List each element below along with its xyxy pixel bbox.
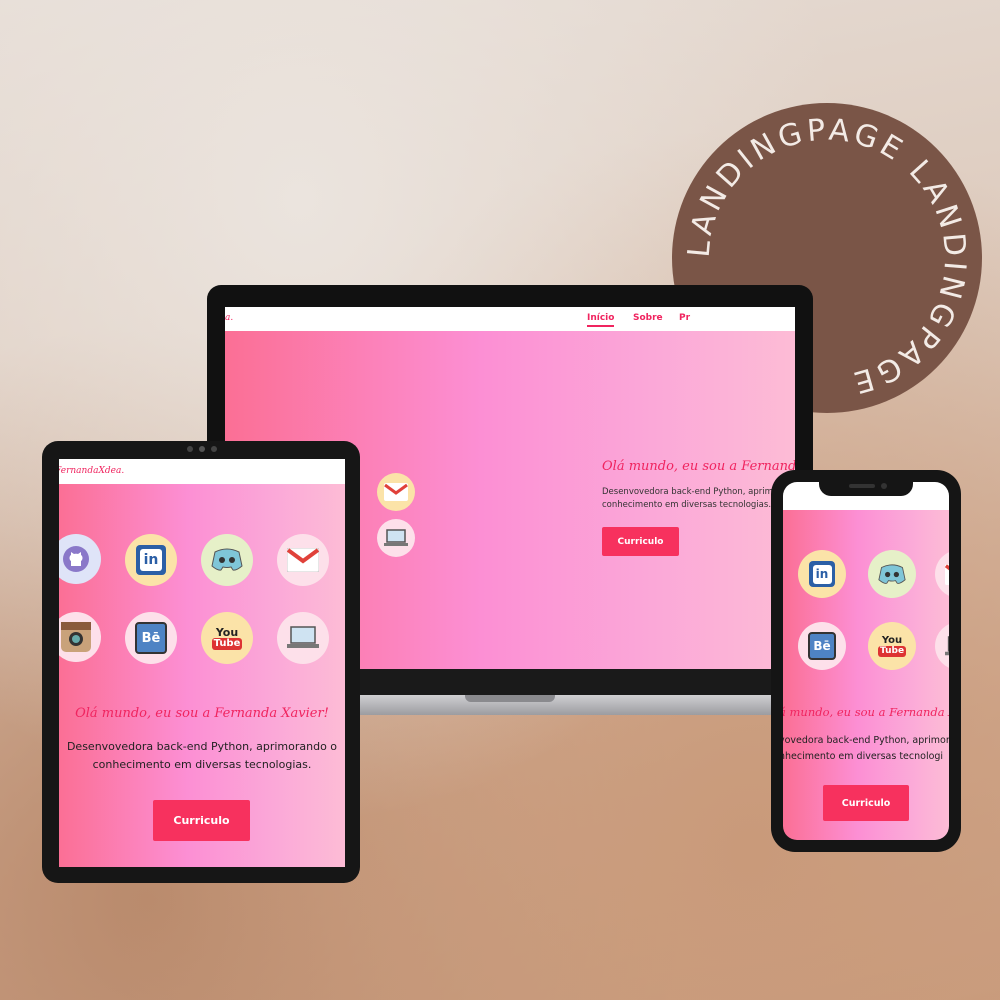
instagram-icon[interactable] <box>59 612 101 662</box>
phone-curriculo-button[interactable]: Curriculo <box>823 785 909 821</box>
phone-desc-line1: vovedora back-end Python, aprimor <box>783 735 949 746</box>
laptop-desc-line1: Desenvovedora back-end Python, aprim <box>602 487 773 497</box>
linkedin-icon[interactable]: in <box>125 534 177 586</box>
laptop-notch <box>465 695 555 702</box>
tablet-camera <box>177 446 227 454</box>
laptop-navbar: a. Início Sobre Pr <box>225 307 795 331</box>
phone-desc-line2: nhecimento em diversas tecnologi <box>783 751 944 762</box>
laptop-icon[interactable] <box>377 519 415 557</box>
laptop-icon[interactable] <box>277 612 329 664</box>
gmail-icon[interactable] <box>377 473 415 511</box>
laptop-logo[interactable]: a. <box>225 313 233 323</box>
behance-icon[interactable]: Bē <box>125 612 177 664</box>
discord-icon[interactable] <box>868 550 916 598</box>
nav-sobre[interactable]: Sobre <box>633 313 663 323</box>
nav-projetos[interactable]: Pr <box>679 313 690 323</box>
behance-icon[interactable]: Bē <box>798 622 846 670</box>
tablet-desc-line1: Desenvovedora back-end Python, aprimoran… <box>66 740 338 753</box>
phone-hero: in Bē You Tube á mundo, eu sou a Fernand… <box>783 510 949 840</box>
laptop-headline: Olá mundo, eu sou a Fernanda X <box>602 459 795 474</box>
linkedin-icon[interactable]: in <box>798 550 846 598</box>
nav-inicio[interactable]: Início <box>587 313 615 327</box>
tablet-hero: in Bē You Tube Olá mundo, eu sou a Ferna… <box>59 484 345 867</box>
laptop-desc-line2: conhecimento em diversas tecnologias. <box>602 500 772 510</box>
tablet-desc-line2: conhecimento em diversas tecnologias. <box>92 758 312 771</box>
github-icon[interactable] <box>59 534 101 584</box>
tablet-mockup: FernandaXdea. in Bē You Tube Olá mundo, … <box>42 441 360 883</box>
gmail-icon[interactable] <box>277 534 329 586</box>
tablet-headline: Olá mundo, eu sou a Fernanda Xavier! <box>75 706 329 721</box>
tablet-screen: FernandaXdea. in Bē You Tube Olá mundo, … <box>59 459 345 867</box>
laptop-icon[interactable] <box>935 622 949 670</box>
discord-icon[interactable] <box>201 534 253 586</box>
tablet-navbar: FernandaXdea. <box>59 459 345 484</box>
youtube-icon[interactable]: You Tube <box>868 622 916 670</box>
phone-mockup: in Bē You Tube á mundo, eu sou a Fernand… <box>771 470 961 852</box>
phone-screen: in Bē You Tube á mundo, eu sou a Fernand… <box>783 482 949 840</box>
laptop-curriculo-button[interactable]: Curriculo <box>602 527 679 556</box>
phone-notch <box>819 478 913 496</box>
tablet-logo[interactable]: FernandaXdea. <box>59 466 124 476</box>
tablet-curriculo-button[interactable]: Curriculo <box>153 800 250 841</box>
youtube-icon[interactable]: You Tube <box>201 612 253 664</box>
phone-headline: á mundo, eu sou a Fernanda Xav <box>783 705 949 719</box>
gmail-icon[interactable] <box>935 550 949 598</box>
